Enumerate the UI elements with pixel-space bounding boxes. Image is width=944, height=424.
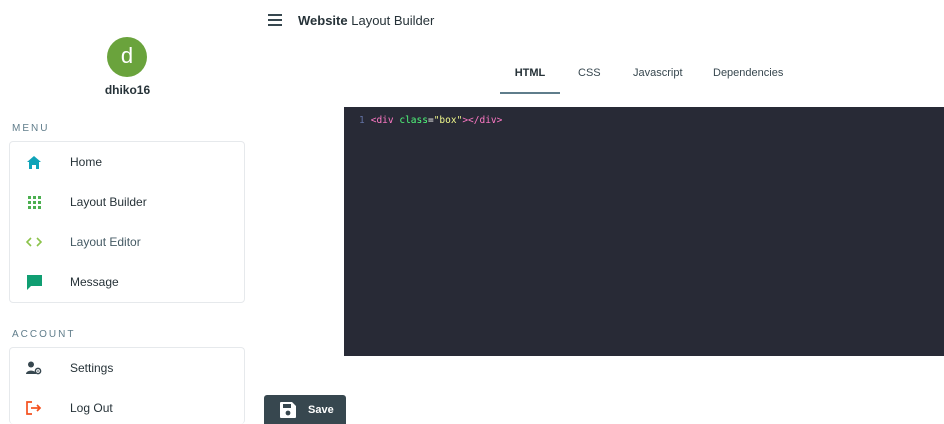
- menu-list: Home Layout Builder Layout Editor Messag…: [9, 141, 245, 303]
- active-tab-indicator: [500, 92, 560, 94]
- sidebar-item-label: Home: [70, 155, 103, 169]
- app-title-bold: Website: [298, 13, 348, 28]
- tab-dependencies[interactable]: Dependencies: [713, 67, 783, 95]
- account-list: Settings Log Out: [9, 347, 245, 424]
- sidebar-item-message[interactable]: Message: [10, 262, 244, 302]
- avatar[interactable]: d: [107, 37, 147, 77]
- code-attr-name: class: [399, 115, 428, 126]
- tab-label: HTML: [514, 67, 546, 79]
- app-title: Website Layout Builder: [298, 13, 434, 28]
- code-icon: [26, 234, 42, 250]
- save-button-label: Save: [308, 403, 334, 416]
- tab-html[interactable]: HTML: [500, 67, 560, 95]
- sidebar-item-label: Settings: [70, 361, 114, 375]
- save-icon: [280, 401, 296, 418]
- grid-icon: [26, 194, 42, 210]
- code-close-tags: ></div>: [462, 115, 503, 126]
- sidebar: d dhiko16 MENU Home Layout Builder Layou…: [0, 0, 255, 424]
- username: dhiko16: [104, 83, 151, 97]
- user-settings-icon: [26, 360, 42, 376]
- sidebar-item-settings[interactable]: Settings: [10, 348, 244, 388]
- account-section-title: ACCOUNT: [12, 329, 76, 340]
- code-open-tag: <div: [370, 115, 394, 126]
- sidebar-item-logout[interactable]: Log Out: [10, 388, 244, 424]
- sidebar-item-layout-builder[interactable]: Layout Builder: [10, 182, 244, 222]
- sidebar-item-home[interactable]: Home: [10, 142, 244, 182]
- line-number: 1: [359, 115, 365, 126]
- sidebar-item-label: Layout Editor: [70, 235, 141, 249]
- sidebar-item-layout-editor[interactable]: Layout Editor: [10, 222, 244, 262]
- tab-css[interactable]: CSS: [578, 67, 601, 95]
- save-button[interactable]: Save: [264, 395, 346, 424]
- sidebar-item-label: Log Out: [70, 401, 113, 415]
- menu-section-title: MENU: [12, 123, 50, 134]
- tab-javascript[interactable]: Javascript: [633, 67, 683, 95]
- code-editor[interactable]: 1 <div class="box"></div>: [344, 107, 944, 356]
- home-icon: [26, 154, 42, 170]
- sidebar-item-label: Layout Builder: [70, 195, 147, 209]
- hamburger-menu-icon[interactable]: [268, 14, 282, 26]
- logout-icon: [26, 400, 42, 416]
- app-title-rest: Layout Builder: [351, 13, 435, 28]
- code-line: 1 <div class="box"></div>: [359, 115, 502, 126]
- sidebar-item-label: Message: [70, 275, 119, 289]
- tab-label: Javascript: [633, 67, 683, 79]
- tab-label: CSS: [578, 67, 601, 79]
- code-attr-value: "box": [433, 115, 463, 126]
- message-icon: [26, 274, 42, 290]
- tab-label: Dependencies: [713, 67, 784, 79]
